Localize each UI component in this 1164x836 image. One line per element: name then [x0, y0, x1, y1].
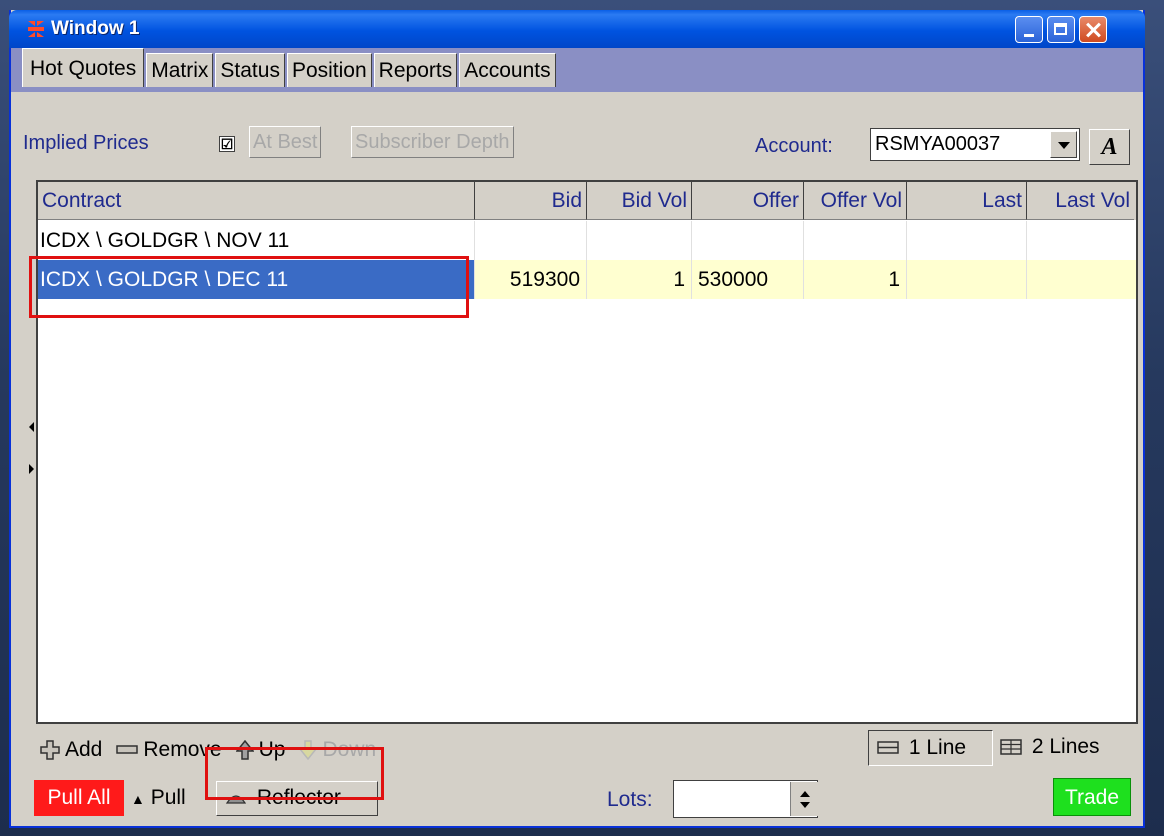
offer-vol-cell[interactable]: 1: [804, 260, 907, 299]
at-best-button[interactable]: At Best: [249, 126, 322, 158]
col-header-bid-vol[interactable]: Bid Vol: [587, 182, 692, 220]
one-line-icon: [877, 741, 899, 755]
one-line-toggle[interactable]: 1 Line: [868, 730, 993, 766]
pull-label: Pull: [150, 786, 186, 809]
one-line-label: 1 Line: [908, 736, 967, 759]
bid-vol-cell[interactable]: 1: [587, 260, 692, 299]
last-vol-cell[interactable]: [1027, 221, 1134, 260]
two-lines-icon: [1000, 739, 1022, 756]
col-header-offer[interactable]: Offer: [692, 182, 804, 220]
tab-hot-quotes[interactable]: Hot Quotes: [22, 48, 145, 87]
app-icon: [28, 21, 44, 37]
subscriber-depth-button[interactable]: Subscriber Depth: [351, 126, 514, 158]
implied-prices-label: Implied Prices: [23, 132, 149, 154]
contract-cell[interactable]: ICDX \ GOLDGR \ NOV 11: [38, 221, 475, 260]
offer-vol-cell[interactable]: [804, 221, 907, 260]
title-bar[interactable]: Window 1: [9, 10, 1145, 48]
tab-reports[interactable]: Reports: [373, 53, 458, 87]
two-lines-toggle[interactable]: 2 Lines: [1000, 735, 1100, 759]
chevron-down-icon[interactable]: [1050, 131, 1077, 158]
minimize-button[interactable]: [1015, 16, 1043, 43]
col-header-last-vol[interactable]: Last Vol: [1027, 182, 1134, 220]
trade-button[interactable]: Trade: [1053, 778, 1131, 816]
font-button[interactable]: A: [1089, 129, 1130, 165]
tab-bar: Hot Quotes Matrix Status Position Report…: [22, 48, 558, 87]
lots-label: Lots:: [607, 788, 653, 811]
tab-accounts[interactable]: Accounts: [459, 53, 556, 87]
lots-spinner[interactable]: [790, 782, 818, 816]
panel-splitter[interactable]: [29, 412, 35, 494]
two-lines-label: 2 Lines: [1031, 735, 1100, 758]
maximize-button[interactable]: [1047, 16, 1075, 43]
tab-matrix[interactable]: Matrix: [146, 53, 214, 87]
add-button[interactable]: Add: [40, 738, 102, 762]
last-cell[interactable]: [907, 221, 1027, 260]
last-vol-cell[interactable]: [1027, 260, 1134, 299]
table-row[interactable]: ICDX \ GOLDGR \ NOV 11: [38, 221, 1136, 260]
bid-cell[interactable]: 519300: [475, 260, 587, 299]
window-title: Window 1: [51, 18, 140, 39]
grid-header: Contract Bid Bid Vol Offer Offer Vol Las…: [38, 182, 1136, 220]
col-header-last[interactable]: Last: [907, 182, 1027, 220]
annotation-highlight-reflector: [205, 747, 384, 800]
annotation-highlight-contract: [29, 256, 469, 318]
caret-up-icon: ▲: [131, 791, 145, 807]
bid-vol-cell[interactable]: [587, 221, 692, 260]
offer-cell[interactable]: 530000: [692, 260, 804, 299]
tab-position[interactable]: Position: [286, 53, 372, 87]
expand-right-icon[interactable]: [29, 464, 34, 474]
bid-cell[interactable]: [475, 221, 587, 260]
implied-prices-checkbox[interactable]: ☑: [219, 136, 235, 152]
offer-cell[interactable]: [692, 221, 804, 260]
col-header-bid[interactable]: Bid: [475, 182, 587, 220]
pull-all-button[interactable]: Pull All: [34, 780, 124, 816]
close-button[interactable]: [1079, 16, 1107, 43]
account-select[interactable]: RSMYA00037: [870, 128, 1080, 161]
add-icon: [40, 740, 60, 760]
pull-button[interactable]: ▲ Pull: [131, 782, 186, 814]
collapse-left-icon[interactable]: [29, 422, 34, 432]
remove-icon: [116, 745, 139, 754]
spin-down-icon[interactable]: [800, 802, 810, 808]
account-label: Account:: [755, 135, 833, 157]
add-label: Add: [65, 738, 103, 761]
col-header-contract[interactable]: Contract: [38, 182, 475, 220]
last-cell[interactable]: [907, 260, 1027, 299]
tab-status[interactable]: Status: [215, 53, 285, 87]
col-header-offer-vol[interactable]: Offer Vol: [804, 182, 907, 220]
spin-up-icon[interactable]: [800, 791, 810, 797]
